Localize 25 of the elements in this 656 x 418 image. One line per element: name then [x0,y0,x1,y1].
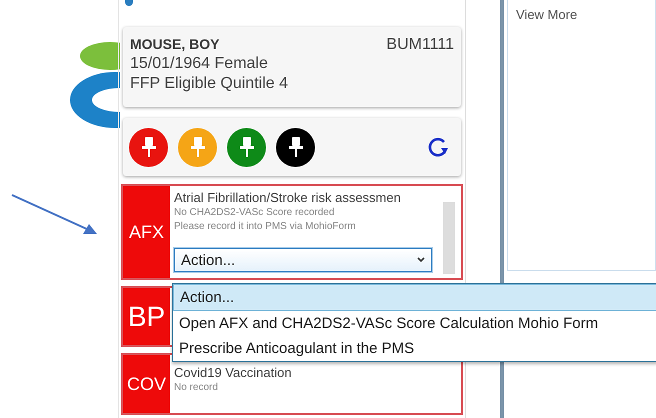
caret-icon [417,257,425,263]
patient-id: BUM1111 [386,36,454,54]
scrollbar[interactable] [443,202,455,274]
alert-note: No record [174,381,219,394]
dropdown-option[interactable]: Prescribe Anticoagulant in the PMS [173,336,656,361]
pushpin-icon [142,136,156,158]
patient-details: 15/01/1964 Female [130,54,269,74]
alert-code: AFX [123,186,170,278]
alert-note: No CHA2DS2-VASc Score recorded [174,206,336,219]
alert-title: Atrial Fibrillation/Stroke risk assessmen [174,190,402,205]
pushpin-icon [240,136,254,158]
pushpin-icon [288,136,302,158]
dropdown-option[interactable]: Open AFX and CHA2DS2-VASc Score Calculation Mohio Form [173,311,656,336]
alert-title: Covid19 Vaccination [174,365,293,380]
view-more-link[interactable]: View More [516,7,578,22]
refresh-icon[interactable] [427,136,449,158]
dropdown-option[interactable]: Action... [173,284,656,311]
eligibility-text: FFP Eligible Quintile 4 [130,74,289,94]
pushpin-icon [190,136,204,158]
patient-name: MOUSE, BOY [130,36,220,54]
alert-code: COV [123,355,170,413]
alert-code: BP [123,288,170,345]
alert-note: Please record it into PMS via MohioForm [174,220,357,233]
pin-button[interactable] [276,128,315,166]
action-dropdown[interactable]: Action... [174,248,432,272]
